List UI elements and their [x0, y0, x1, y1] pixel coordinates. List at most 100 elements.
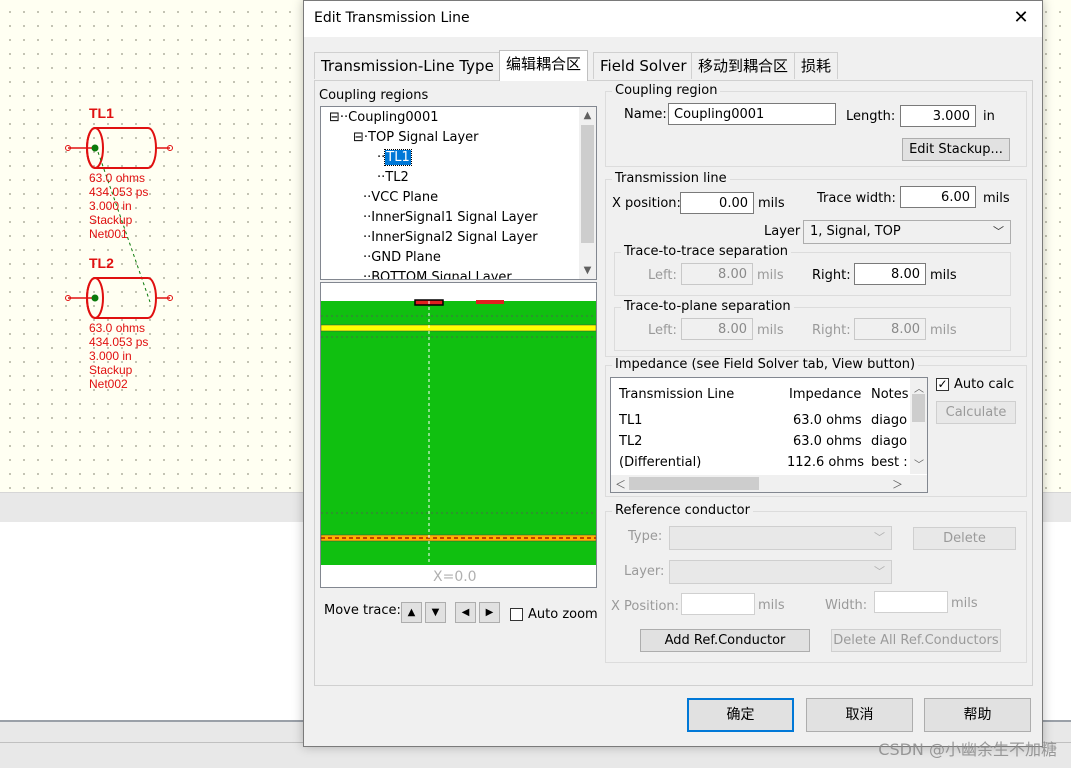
edit-stackup-button[interactable]: Edit Stackup...: [902, 138, 1010, 161]
scroll-thumb[interactable]: [581, 125, 594, 243]
column-header-notes[interactable]: Notes: [871, 387, 909, 402]
tl2-symbol[interactable]: [62, 276, 182, 322]
add-ref-conductor-button[interactable]: Add Ref.Conductor: [640, 629, 810, 652]
ref-xpos-field[interactable]: [681, 593, 755, 615]
scroll-down-icon[interactable]: ▼: [579, 262, 596, 279]
ref-xpos-unit: mils: [758, 598, 785, 613]
tab-move-to-coupling[interactable]: 移动到耦合区: [691, 52, 796, 79]
tl2-properties: 63.0 ohms 434.053 ps 3.000 in Stackup Ne…: [89, 321, 148, 391]
tree-item-coupling[interactable]: ⊟··Coupling0001: [329, 110, 439, 125]
tree-item-innersignal2[interactable]: ··InnerSignal2 Signal Layer: [363, 230, 538, 245]
x-position-field[interactable]: 0.00: [680, 192, 754, 214]
t2t-right-label: Right:: [812, 268, 851, 283]
column-header-line[interactable]: Transmission Line: [619, 387, 734, 402]
tree-item-tl2[interactable]: ··TL2: [377, 170, 409, 185]
tl1-delay: 434.053 ps: [89, 185, 149, 199]
calculate-button[interactable]: Calculate: [936, 401, 1016, 424]
length-field[interactable]: 3.000: [900, 105, 976, 127]
t2t-right-field[interactable]: 8.00: [854, 263, 926, 285]
impedance-table[interactable]: Transmission Line Impedance Notes TL1 63…: [610, 377, 928, 493]
row-impedance: 112.6 ohms: [787, 455, 864, 470]
chevron-down-icon: ﹀: [874, 531, 885, 544]
row-line: TL2: [619, 434, 643, 449]
scroll-thumb[interactable]: [912, 394, 925, 422]
tree-item-label-selected: TL1: [384, 149, 412, 166]
tree-scrollbar[interactable]: ▲ ▼: [579, 107, 596, 279]
ref-width-label: Width:: [825, 598, 868, 613]
ref-width-field[interactable]: [874, 591, 948, 613]
layer-ref-select[interactable]: ﹀: [669, 560, 892, 584]
ref-width-unit: mils: [951, 596, 978, 611]
tree-item-bottom[interactable]: ··BOTTOM Signal Layer: [363, 270, 512, 279]
tl2-net: Net002: [89, 377, 128, 391]
length-unit: in: [983, 109, 995, 124]
tl2-name[interactable]: TL2: [89, 255, 114, 271]
trace-width-field[interactable]: 6.00: [900, 186, 976, 208]
tl1-net: Net001: [89, 227, 128, 241]
t2p-left-field[interactable]: 8.00: [681, 318, 753, 340]
scroll-up-icon[interactable]: ▲: [579, 107, 596, 124]
tab-edit-coupling-region[interactable]: 编辑耦合区: [499, 50, 589, 81]
coupling-regions-tree[interactable]: ⊟··Coupling0001 ⊟·TOP Signal Layer ··TL1…: [320, 106, 597, 280]
t2p-left-label: Left:: [648, 323, 677, 338]
layer-select[interactable]: 1, Signal, TOP ﹀: [803, 220, 1011, 244]
move-right-button[interactable]: ▶: [479, 602, 500, 623]
close-icon[interactable]: ✕: [1010, 7, 1032, 29]
tree-item-top-signal[interactable]: ⊟·TOP Signal Layer: [353, 130, 479, 145]
scroll-right-icon[interactable]: ＞: [892, 476, 903, 492]
column-header-impedance[interactable]: Impedance: [789, 387, 861, 402]
move-up-button[interactable]: ▲: [401, 602, 422, 623]
move-down-button[interactable]: ▼: [425, 602, 446, 623]
impedance-title: Impedance (see Field Solver tab, View bu…: [612, 357, 919, 372]
tl1-impedance: 63.0 ohms: [89, 171, 146, 185]
delete-all-ref-conductors-button[interactable]: Delete All Ref.Conductors: [831, 629, 1001, 652]
scroll-thumb[interactable]: [629, 477, 759, 490]
tree-item-innersignal1[interactable]: ··InnerSignal1 Signal Layer: [363, 210, 538, 225]
tab-panel: Coupling regions ⊟··Coupling0001 ⊟·TOP S…: [314, 80, 1033, 686]
tree-item-label: TOP Signal Layer: [368, 130, 479, 145]
ok-button[interactable]: 确定: [687, 698, 794, 732]
auto-calc-checkbox[interactable]: ✓: [936, 378, 949, 391]
tl1-symbol[interactable]: [62, 126, 182, 303]
scroll-down-icon[interactable]: ﹀: [914, 456, 924, 471]
help-button[interactable]: 帮助: [924, 698, 1031, 732]
table-vscrollbar[interactable]: ︿ ﹀: [910, 378, 927, 474]
coupling-name-field[interactable]: Coupling0001: [668, 103, 836, 125]
tl2-delay: 434.053 ps: [89, 335, 149, 349]
tl2-impedance: 63.0 ohms: [89, 321, 146, 335]
move-left-button[interactable]: ◀: [455, 602, 476, 623]
transmission-line-title: Transmission line: [612, 171, 730, 186]
collapse-icon[interactable]: ⊟: [353, 130, 364, 145]
scroll-up-icon[interactable]: ︿: [914, 380, 924, 395]
cross-section-view[interactable]: X=0.0: [320, 282, 597, 588]
tree-item-tl1[interactable]: ··TL1: [377, 149, 412, 166]
t2t-left-unit: mils: [757, 268, 784, 283]
table-hscrollbar[interactable]: ＜ ＞: [611, 475, 927, 492]
reference-conductor-title: Reference conductor: [612, 503, 753, 518]
row-impedance: 63.0 ohms: [793, 434, 862, 449]
tab-transmission-line-type[interactable]: Transmission-Line Type: [314, 52, 501, 79]
tree-item-label: InnerSignal2 Signal Layer: [371, 230, 538, 245]
t2p-title: Trace-to-plane separation: [621, 299, 794, 314]
collapse-icon[interactable]: ⊟: [329, 110, 340, 125]
tl1-name[interactable]: TL1: [89, 105, 114, 121]
coupling-region-title: Coupling region: [612, 83, 721, 98]
x-position-unit: mils: [758, 196, 785, 211]
tab-loss[interactable]: 损耗: [794, 52, 839, 79]
type-select[interactable]: ﹀: [669, 526, 892, 550]
scroll-left-icon[interactable]: ＜: [615, 476, 626, 492]
tab-field-solver[interactable]: Field Solver: [593, 52, 694, 79]
t2t-left-field[interactable]: 8.00: [681, 263, 753, 285]
tree-item-vcc[interactable]: ··VCC Plane: [363, 190, 438, 205]
tree-item-label: TL2: [385, 170, 409, 185]
coupling-regions-label: Coupling regions: [319, 88, 429, 103]
tree-item-label: GND Plane: [371, 250, 441, 265]
tree-item-gnd[interactable]: ··GND Plane: [363, 250, 441, 265]
dialog-titlebar[interactable]: Edit Transmission Line ✕: [304, 1, 1042, 37]
delete-button[interactable]: Delete: [913, 527, 1016, 550]
auto-zoom-checkbox[interactable]: [510, 608, 523, 621]
row-line: TL1: [619, 413, 643, 428]
t2t-right-unit: mils: [930, 268, 957, 283]
cancel-button[interactable]: 取消: [806, 698, 913, 732]
t2p-right-field[interactable]: 8.00: [854, 318, 926, 340]
